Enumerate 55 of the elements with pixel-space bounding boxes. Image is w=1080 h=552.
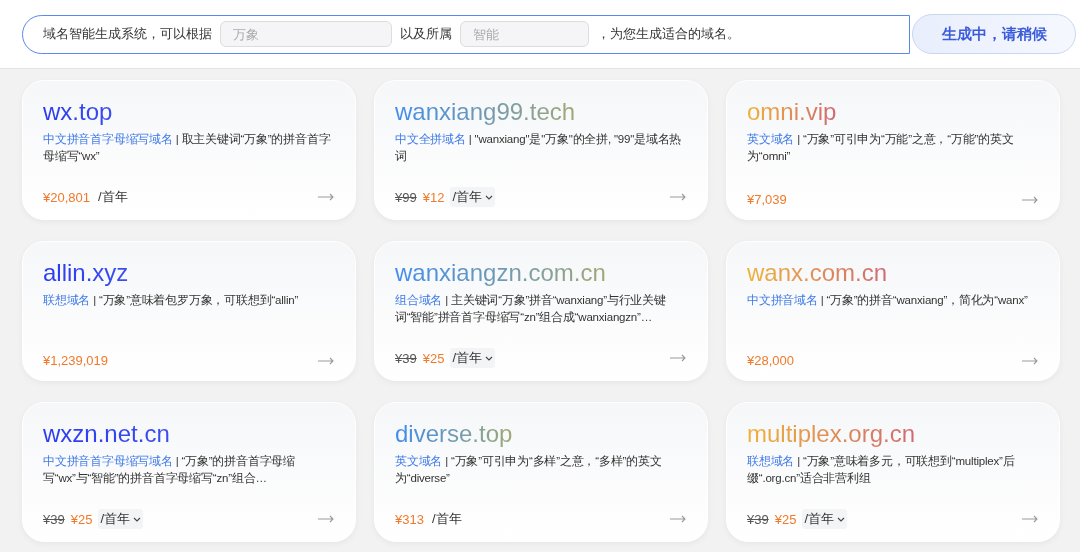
domain-description: 英文域名 | “万象”可引申为“多样”之意，“多样”的英文为“diverse” — [395, 454, 663, 486]
arrow-icon[interactable] — [317, 193, 335, 201]
price: ¥12 — [422, 189, 445, 205]
domain-card[interactable]: omni.vip 英文域名 | “万象”可引申为“万能”之意，“万能”的英文为“omni” ¥7,039 — [726, 80, 1060, 220]
arrow-icon[interactable] — [1021, 515, 1039, 523]
period-label: /首年 — [430, 510, 463, 528]
price: ¥313 — [395, 511, 424, 527]
domain-description: 中文拼音首字母缩写域名 | 取主关键词“万象”的拼音首字母缩写“wx” — [43, 132, 332, 164]
domain-description: 组合域名 | 主关键词“万象”拼音“wanxiang”与行业关键词“智能”拼音首字母缩写“zn”组合成“wanxiangzn”… — [395, 293, 667, 325]
price: ¥1,239,019 — [43, 353, 109, 368]
original-price: ¥39 — [747, 511, 769, 527]
caret-icon — [133, 516, 142, 522]
arrow-icon[interactable] — [669, 515, 687, 523]
domain-description: 中文拼音首字母缩写域名 | “万象”的拼音首字母缩写“wx”与“智能”的拼音首字母缩写“zn”组合… — [43, 454, 297, 486]
domain-card[interactable]: wx.top 中文拼音首字母缩写域名 | 取主关键词“万象”的拼音首字母缩写“wx” ¥20,801 /首年 — [22, 80, 356, 220]
domain-description: 联想域名 | “万象”意味着包罗万象，可联想到“allin” — [43, 293, 300, 308]
period-dropdown[interactable]: /首年 — [450, 348, 496, 368]
domain-card[interactable]: wanx.com.cn 中文拼音域名 | “万象”的拼音“wanxiang”，简化为“wanx” ¥28,000 — [726, 241, 1060, 381]
period-dropdown[interactable]: /首年 — [450, 187, 496, 207]
domain-description: 英文域名 | “万象”可引申为“万能”之意，“万能”的英文为“omni” — [747, 132, 1015, 164]
arrow-icon[interactable] — [669, 193, 687, 201]
price: ¥25 — [70, 511, 93, 527]
period-label: /首年 — [97, 188, 129, 206]
domain-card[interactable]: wxzn.net.cn 中文拼音首字母缩写域名 | “万象”的拼音首字母缩写“wx”与“智能”的拼音首字母缩写“zn”组合… ¥39 ¥25 /首年 — [22, 402, 356, 542]
period-dropdown[interactable]: /首年 — [802, 509, 848, 529]
keyword-field[interactable]: 万象 — [220, 21, 392, 47]
caret-icon — [485, 194, 494, 200]
prompt-text: ，为您生成适合的域名。 — [597, 25, 740, 43]
arrow-icon[interactable] — [669, 354, 687, 362]
price: ¥7,039 — [747, 192, 787, 207]
price: ¥25 — [422, 350, 445, 366]
original-price: ¥39 — [395, 350, 417, 366]
domain-card[interactable]: wanxiangzn.com.cn 组合域名 | 主关键词“万象”拼音“wanxiang”与行业关键词“智能”拼音首字母缩写“zn”组合成“wanxiangzn”… ¥39 ¥25 /首年 — [374, 241, 708, 381]
arrow-icon[interactable] — [317, 515, 335, 523]
domain-card[interactable]: diverse.top 英文域名 | “万象”可引申为“多样”之意，“多样”的英文为“diverse” ¥313 /首年 — [374, 402, 708, 542]
arrow-icon[interactable] — [1021, 195, 1039, 204]
price: ¥20,801 — [43, 189, 90, 205]
domain-card[interactable]: wanxiang99.tech 中文全拼域名 | "wanxiang"是"万象"的全拼, "99"是域名热词 ¥99 ¥12 /首年 — [374, 80, 708, 220]
industry-field[interactable]: 智能 — [460, 21, 589, 47]
price: ¥25 — [774, 511, 797, 527]
original-price: ¥39 — [43, 511, 65, 527]
prompt-text: 以及所属 — [400, 25, 452, 43]
prompt-text: 域名智能生成系统，可以根据 — [43, 25, 212, 43]
domain-description: 中文拼音域名 | “万象”的拼音“wanxiang”，简化为“wanx” — [747, 293, 1029, 308]
period-dropdown[interactable]: /首年 — [98, 509, 144, 529]
domain-description: 联想域名 | “万象”意味着多元，可联想到“multiplex”后缀“.org.cn”适合非营利组 — [747, 454, 1016, 486]
caret-icon — [485, 355, 494, 361]
caret-icon — [837, 516, 846, 522]
original-price: ¥99 — [395, 189, 417, 205]
domain-description: 中文全拼域名 | "wanxiang"是"万象"的全拼, "99"是域名热词 — [395, 132, 683, 164]
price: ¥28,000 — [747, 353, 794, 368]
domain-card[interactable]: multiplex.org.cn 联想域名 | “万象”意味着多元，可联想到“multiplex”后缀“.org.cn”适合非营利组 ¥39 ¥25 /首年 — [726, 402, 1060, 542]
domain-card[interactable]: allin.xyz 联想域名 | “万象”意味着包罗万象，可联想到“allin” ¥1,239,019 — [22, 241, 356, 381]
arrow-icon[interactable] — [317, 356, 335, 365]
arrow-icon[interactable] — [1021, 356, 1039, 365]
